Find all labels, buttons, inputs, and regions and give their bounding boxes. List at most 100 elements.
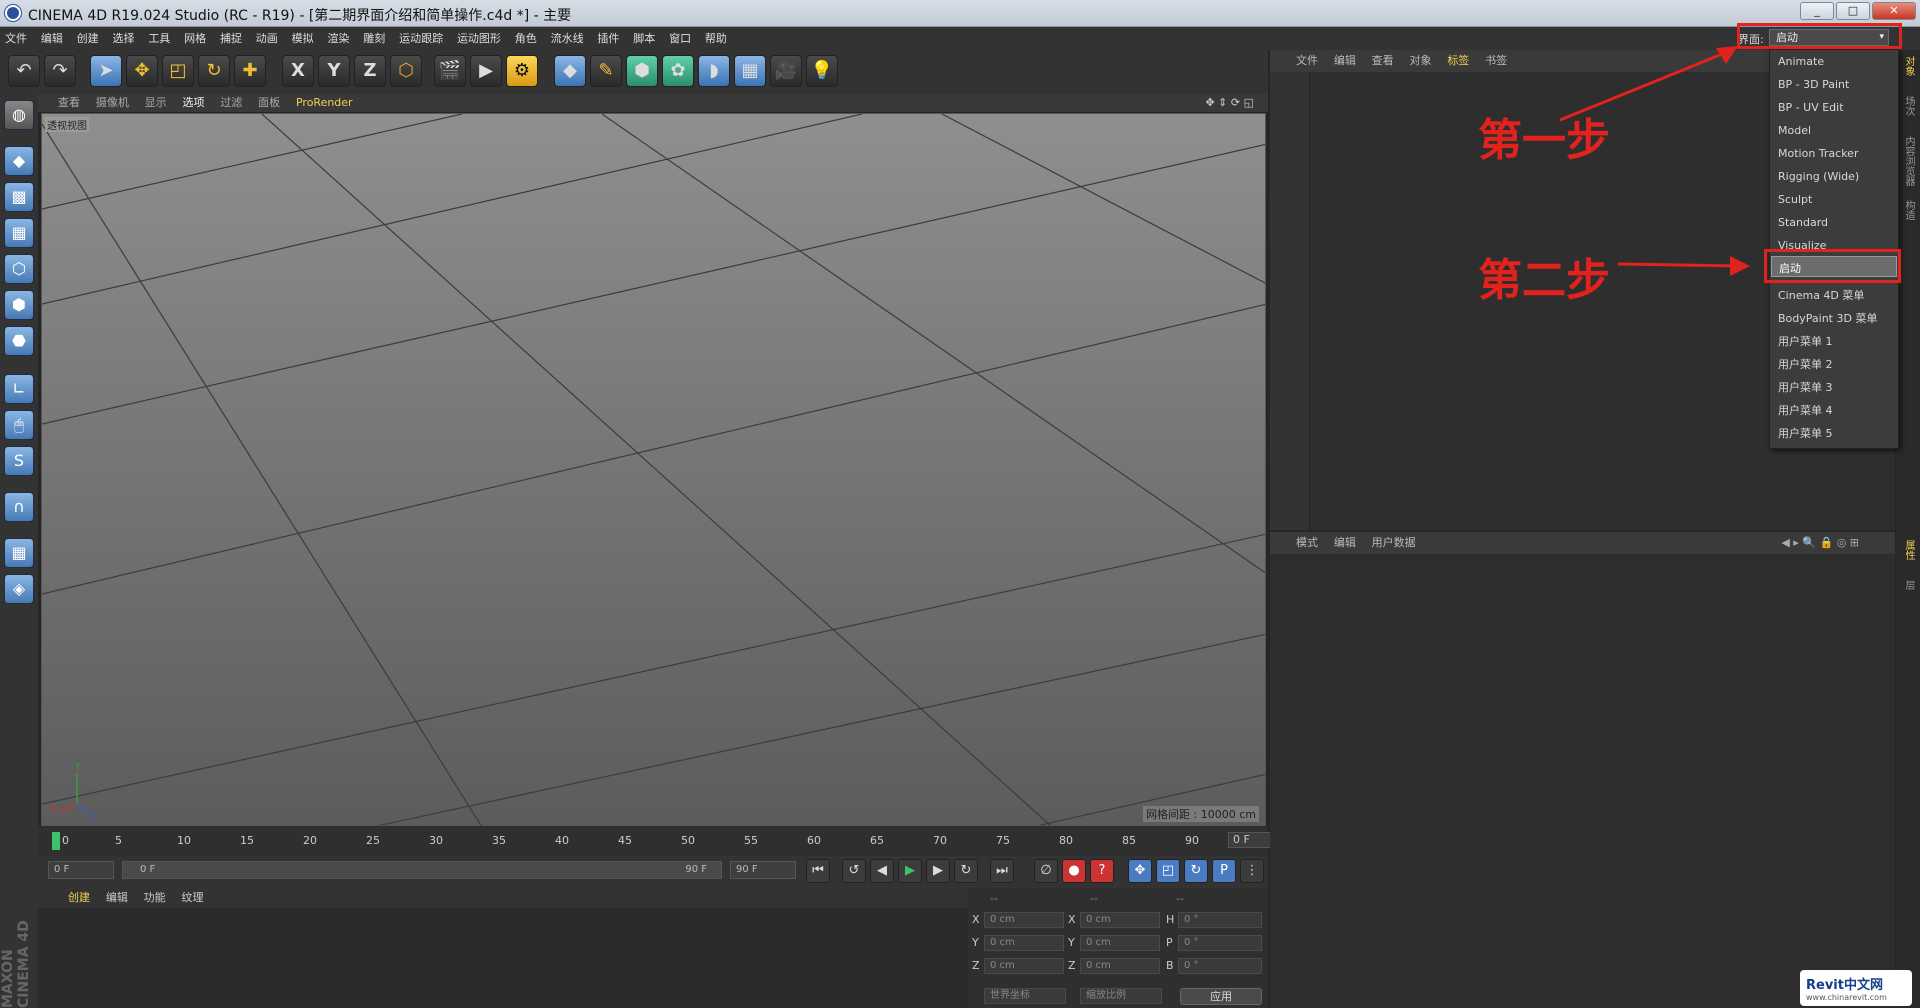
workplane-lock-icon[interactable]: ▦ xyxy=(4,538,34,568)
key-scale-icon[interactable]: ◰ xyxy=(1156,859,1180,883)
object-tab-edit[interactable]: 编辑 xyxy=(1328,50,1362,72)
camera-icon[interactable]: 🎥 xyxy=(770,55,802,87)
material-tab-texture[interactable]: 纹理 xyxy=(175,888,209,908)
menu-create[interactable]: 创建 xyxy=(72,27,104,50)
y-axis-icon[interactable]: Y xyxy=(318,55,350,87)
menu-select[interactable]: 选择 xyxy=(107,27,139,50)
size-y-field[interactable]: 0 cm xyxy=(1080,935,1160,951)
viewport-menu-prorender[interactable]: ProRender xyxy=(290,94,359,112)
apply-button[interactable]: 应用 xyxy=(1180,988,1262,1005)
coordinate-mode-select[interactable]: 世界坐标 xyxy=(984,988,1066,1004)
menu-sculpt[interactable]: 雕刻 xyxy=(358,27,390,50)
material-tab-function[interactable]: 功能 xyxy=(138,888,172,908)
x-axis-icon[interactable]: X xyxy=(282,55,314,87)
layout-option[interactable]: 用户菜单 4 xyxy=(1778,402,1833,418)
perspective-viewport[interactable]: 透视视图 Y X Z 网格间距 : 10000 cm xyxy=(41,113,1266,826)
menu-animate[interactable]: 动画 xyxy=(251,27,283,50)
menu-script[interactable]: 脚本 xyxy=(628,27,660,50)
start-frame-field[interactable]: 0 F xyxy=(48,861,114,879)
tab-takes[interactable]: 场次 xyxy=(1900,96,1916,116)
redo-icon[interactable]: ↷ xyxy=(44,55,76,87)
viewport-menu-camera[interactable]: 摄像机 xyxy=(90,94,135,112)
tab-attributes[interactable]: 属性 xyxy=(1900,540,1916,560)
size-z-field[interactable]: 0 cm xyxy=(1080,958,1160,974)
rotation-b-field[interactable]: 0 ° xyxy=(1178,958,1262,974)
snap-icon[interactable]: S xyxy=(4,446,34,476)
viewport-nav-icons[interactable]: ✥ ⇕ ⟳ ◱ xyxy=(1199,94,1260,112)
end-frame-field[interactable]: 90 F xyxy=(730,861,796,879)
object-tab-bookmarks[interactable]: 书签 xyxy=(1479,50,1513,72)
play-icon[interactable]: ▶ xyxy=(898,859,922,883)
rotation-h-field[interactable]: 0 ° xyxy=(1178,912,1262,928)
tab-content-browser[interactable]: 内容浏览器 xyxy=(1900,136,1916,186)
attribute-tab-user-data[interactable]: 用户数据 xyxy=(1366,532,1422,554)
menu-render[interactable]: 渲染 xyxy=(322,27,354,50)
axis-mode-icon[interactable]: ∟ xyxy=(4,374,34,404)
subdivision-icon[interactable]: ⬢ xyxy=(626,55,658,87)
menu-mesh[interactable]: 网格 xyxy=(179,27,211,50)
texture-mode-icon[interactable]: ▩ xyxy=(4,182,34,212)
coordinate-system-icon[interactable]: ⬡ xyxy=(390,55,422,87)
cube-icon[interactable]: ◆ xyxy=(554,55,586,87)
minimize-button[interactable]: _ xyxy=(1800,2,1834,20)
planar-workplane-icon[interactable]: ◈ xyxy=(4,574,34,604)
auto-key-icon[interactable]: ● xyxy=(1062,859,1086,883)
attribute-tab-mode[interactable]: 模式 xyxy=(1290,532,1324,554)
object-tab-tags[interactable]: 标签 xyxy=(1441,50,1475,72)
object-tab-objects[interactable]: 对象 xyxy=(1403,50,1437,72)
layout-option[interactable]: 用户菜单 5 xyxy=(1778,425,1833,441)
viewport-menu-filter[interactable]: 过滤 xyxy=(214,94,248,112)
previous-key-icon[interactable]: ↺ xyxy=(842,859,866,883)
object-tab-view[interactable]: 查看 xyxy=(1366,50,1400,72)
rotate-icon[interactable]: ↻ xyxy=(198,55,230,87)
menu-character[interactable]: 角色 xyxy=(510,27,542,50)
points-mode-icon[interactable]: ⬡ xyxy=(4,254,34,284)
deformer-icon[interactable]: ◗ xyxy=(698,55,730,87)
restore-button[interactable]: □ xyxy=(1836,2,1870,20)
magnet-icon[interactable]: ∩ xyxy=(4,492,34,522)
timeline-playhead[interactable] xyxy=(52,832,60,850)
attribute-nav-icons[interactable]: ◀ ▸ 🔍 🔒 ◎ ⊞ xyxy=(1775,532,1865,554)
render-settings-icon[interactable]: ⚙ xyxy=(506,55,538,87)
menu-help[interactable]: 帮助 xyxy=(700,27,732,50)
layout-option[interactable]: BodyPaint 3D 菜单 xyxy=(1778,310,1877,326)
pen-icon[interactable]: ✎ xyxy=(590,55,622,87)
position-y-field[interactable]: 0 cm xyxy=(984,935,1064,951)
attribute-tab-edit[interactable]: 编辑 xyxy=(1328,532,1362,554)
menu-pipeline[interactable]: 流水线 xyxy=(546,27,589,50)
cloner-icon[interactable]: ✿ xyxy=(662,55,694,87)
menu-edit[interactable]: 编辑 xyxy=(36,27,68,50)
workplane-mode-icon[interactable]: ▦ xyxy=(4,218,34,248)
light-icon[interactable]: 💡 xyxy=(806,55,838,87)
model-mode-icon[interactable]: ◆ xyxy=(4,146,34,176)
menu-simulate[interactable]: 模拟 xyxy=(287,27,319,50)
layout-option[interactable]: 用户菜单 3 xyxy=(1778,379,1833,395)
go-to-start-icon[interactable]: ⏮ xyxy=(806,859,830,883)
layout-option[interactable]: 用户菜单 1 xyxy=(1778,333,1833,349)
undo-icon[interactable]: ↶ xyxy=(8,55,40,87)
next-key-icon[interactable]: ↻ xyxy=(954,859,978,883)
tab-structure[interactable]: 构造 xyxy=(1900,200,1916,220)
position-x-field[interactable]: 0 cm xyxy=(984,912,1064,928)
key-position-icon[interactable]: ✥ xyxy=(1128,859,1152,883)
menu-file[interactable]: 文件 xyxy=(0,27,32,50)
previous-frame-icon[interactable]: ◀ xyxy=(870,859,894,883)
render-picture-queue-icon[interactable]: ▶ xyxy=(470,55,502,87)
size-mode-select[interactable]: 缩放比例 xyxy=(1080,988,1162,1004)
make-editable-icon[interactable]: ◍ xyxy=(4,100,34,130)
add-icon[interactable]: ✚ xyxy=(234,55,266,87)
edges-mode-icon[interactable]: ⬢ xyxy=(4,290,34,320)
render-view-icon[interactable]: 🎬 xyxy=(434,55,466,87)
menu-mograph[interactable]: 运动图形 xyxy=(452,27,506,50)
close-button[interactable]: ✕ xyxy=(1872,2,1916,20)
object-tab-file[interactable]: 文件 xyxy=(1290,50,1324,72)
menu-plugins[interactable]: 插件 xyxy=(592,27,624,50)
key-pla-icon[interactable]: ⋮ xyxy=(1240,859,1264,883)
record-icon[interactable]: ∅ xyxy=(1034,859,1058,883)
next-frame-icon[interactable]: ▶ xyxy=(926,859,950,883)
floor-icon[interactable]: ▦ xyxy=(734,55,766,87)
viewport-menu-view[interactable]: 查看 xyxy=(38,94,86,112)
go-to-end-icon[interactable]: ⏭ xyxy=(990,859,1014,883)
rotation-p-field[interactable]: 0 ° xyxy=(1178,935,1262,951)
size-x-field[interactable]: 0 cm xyxy=(1080,912,1160,928)
